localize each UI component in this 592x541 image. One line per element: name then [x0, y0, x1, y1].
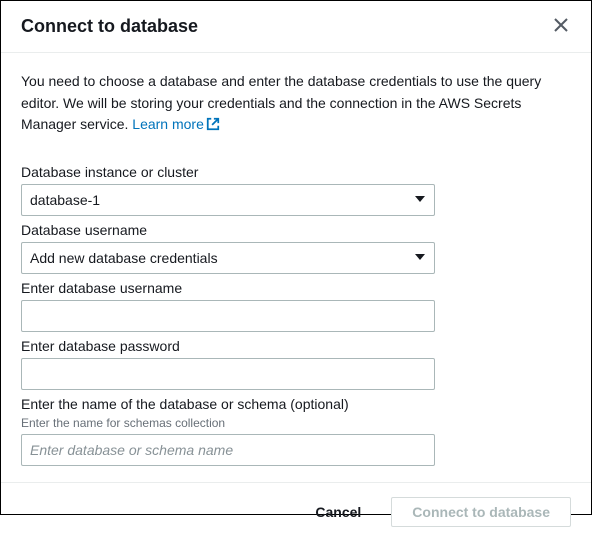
instance-label: Database instance or cluster [21, 164, 571, 180]
username-input-group: Enter database username [21, 280, 571, 332]
description-text: You need to choose a database and enter … [21, 71, 571, 138]
caret-down-icon [414, 250, 426, 266]
learn-more-text: Learn more [132, 116, 204, 132]
modal-footer: Cancel Connect to database [1, 482, 591, 541]
username-select-label: Database username [21, 222, 571, 238]
username-input-label: Enter database username [21, 280, 571, 296]
modal-body: You need to choose a database and enter … [1, 53, 591, 482]
password-group: Enter database password [21, 338, 571, 390]
dbname-hint: Enter the name for schemas collection [21, 416, 571, 430]
instance-select[interactable]: database-1 [21, 184, 435, 216]
username-select-group: Database username Add new database crede… [21, 222, 571, 274]
modal-header: Connect to database [1, 1, 591, 53]
learn-more-link[interactable]: Learn more [132, 116, 220, 132]
password-input[interactable] [21, 358, 435, 390]
modal-title: Connect to database [21, 16, 198, 37]
description-content: You need to choose a database and enter … [21, 73, 541, 132]
connect-button[interactable]: Connect to database [391, 497, 571, 527]
dbname-input[interactable] [21, 434, 435, 466]
dbname-group: Enter the name of the database or schema… [21, 396, 571, 466]
username-input[interactable] [21, 300, 435, 332]
instance-value: database-1 [30, 192, 100, 208]
password-label: Enter database password [21, 338, 571, 354]
close-icon [553, 17, 569, 36]
close-button[interactable] [551, 15, 571, 38]
username-select-value: Add new database credentials [30, 250, 218, 266]
caret-down-icon [414, 192, 426, 208]
dbname-label: Enter the name of the database or schema… [21, 396, 571, 412]
username-select[interactable]: Add new database credentials [21, 242, 435, 274]
cancel-button[interactable]: Cancel [295, 497, 381, 527]
instance-group: Database instance or cluster database-1 [21, 164, 571, 216]
external-link-icon [206, 116, 220, 138]
